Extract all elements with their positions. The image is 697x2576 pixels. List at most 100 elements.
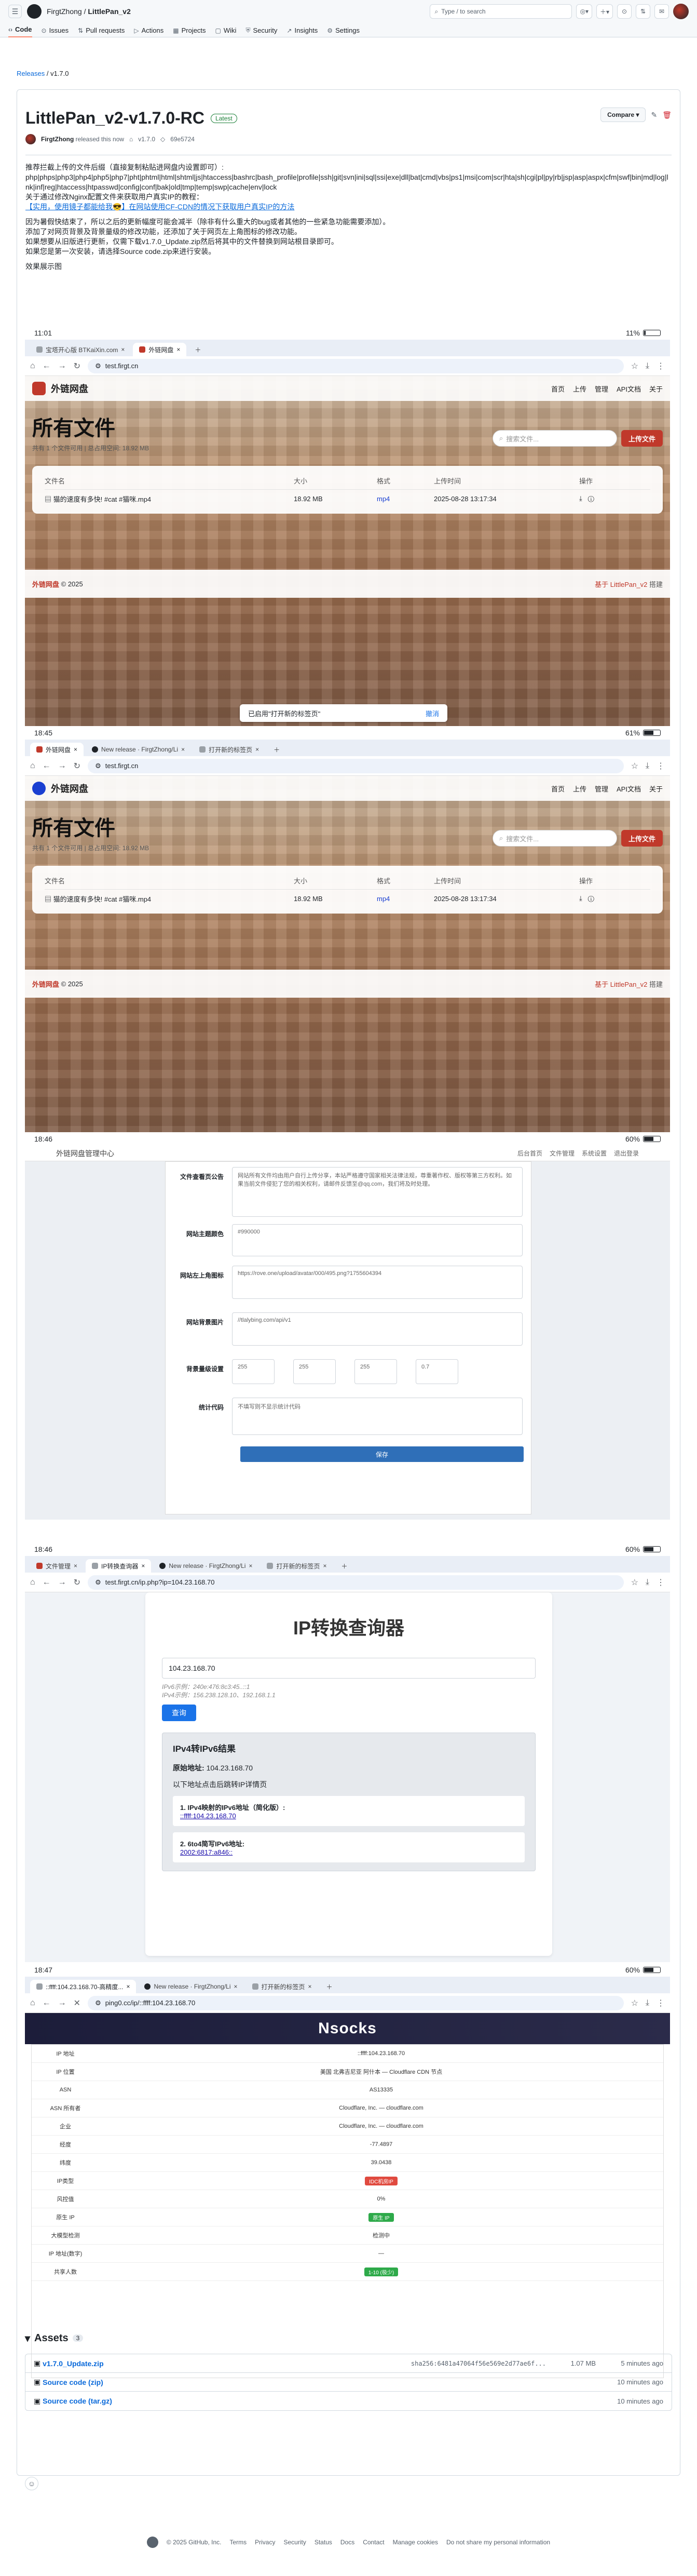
asset-link[interactable]: Source code (tar.gz)	[43, 2397, 112, 2405]
site-logo-icon[interactable]	[32, 382, 46, 395]
new-tab-icon[interactable]: ＋	[320, 1980, 339, 1993]
browser-tab[interactable]: New release · FirgtZhong/Li ×	[138, 1980, 243, 1993]
upload-button[interactable]: 上传文件	[621, 430, 663, 447]
home-icon[interactable]: ⌂	[30, 761, 35, 771]
table-row[interactable]: ▤ 猫的速度有多快! #cat #猫咪.mp4 18.92 MB mp4 202…	[45, 490, 650, 507]
download-icon[interactable]: ⤓	[646, 361, 649, 371]
inbox-icon[interactable]: ✉	[654, 4, 669, 19]
assets-toggle[interactable]: ▾ Assets 3	[25, 2329, 672, 2347]
browser-tab[interactable]: 外链网盘 ×	[133, 343, 187, 356]
new-tab-icon[interactable]: ＋	[267, 743, 286, 756]
reload-icon[interactable]: ↻	[74, 761, 80, 771]
undo-button[interactable]: 撤消	[426, 708, 439, 718]
ipv6-6to4-link[interactable]: 2002:6817:a846::	[180, 1848, 233, 1856]
avatar[interactable]	[673, 4, 689, 19]
tab-insights[interactable]: ↗ Insights	[286, 26, 318, 37]
upload-button[interactable]: 上传文件	[621, 830, 663, 847]
admin-settings-link[interactable]: 系统设置	[582, 1149, 607, 1158]
site-logo-icon[interactable]	[32, 782, 46, 795]
commit-link[interactable]: 69e5724	[170, 136, 195, 143]
compare-button[interactable]: Compare ▾	[600, 108, 646, 122]
more-icon[interactable]: ⋮	[657, 761, 665, 771]
close-icon[interactable]: ✕	[74, 1998, 80, 2008]
logo-url-input[interactable]: https://rove.one/upload/avatar/000/495.p…	[232, 1266, 523, 1299]
nav-api[interactable]: API文档	[617, 784, 641, 794]
github-logo-icon[interactable]	[27, 4, 42, 19]
tab-wiki[interactable]: ▢ Wiki	[215, 26, 237, 37]
query-button[interactable]: 查询	[162, 1705, 196, 1721]
search-input[interactable]: ⌕ Type / to search	[430, 4, 572, 19]
star-icon[interactable]: ☆	[631, 1577, 638, 1588]
footer-link[interactable]: Status	[315, 2539, 332, 2546]
footer-link[interactable]: Docs	[340, 2539, 354, 2546]
browser-tab[interactable]: 打开新的标签页 ×	[261, 1559, 333, 1573]
nav-home[interactable]: 首页	[551, 784, 565, 794]
nav-manage[interactable]: 管理	[595, 384, 608, 394]
forward-icon[interactable]: →	[58, 1578, 66, 1587]
footer-link[interactable]: Security	[283, 2539, 306, 2546]
smiley-icon[interactable]: ☺	[25, 2477, 38, 2490]
search-input[interactable]: ⌕ 搜索文件...	[492, 430, 617, 447]
admin-files-link[interactable]: 文件管理	[550, 1149, 575, 1158]
project-link[interactable]: LittlePan_v2	[610, 581, 648, 588]
download-icon[interactable]: ⤓	[579, 494, 582, 502]
tab-settings[interactable]: ⚙ Settings	[327, 26, 360, 37]
download-icon[interactable]: ⤓	[579, 894, 582, 902]
ad-banner[interactable]: Nsocks	[25, 2013, 670, 2044]
repo-link[interactable]: LittlePan_v2	[88, 7, 130, 16]
forward-icon[interactable]: →	[58, 361, 66, 371]
reload-icon[interactable]: ↻	[74, 361, 80, 371]
asset-link[interactable]: Source code (zip)	[43, 2378, 103, 2386]
back-icon[interactable]: ←	[43, 761, 51, 771]
browser-tab[interactable]: ::ffff:104.23.168.70-高精度... ×	[30, 1980, 136, 1993]
edit-icon[interactable]: ✎	[651, 111, 657, 119]
save-button[interactable]: 保存	[240, 1446, 524, 1462]
more-icon[interactable]: ⋮	[657, 1998, 665, 2008]
bg-b-input[interactable]: 255	[354, 1359, 397, 1384]
url-input[interactable]: ⚙ test.firgt.cn	[88, 758, 624, 773]
tutorial-link[interactable]: 【实用，使用镜子都能给我😎】在网站使用CF-CDN的情况下获取用户真实IP的方法	[25, 203, 294, 211]
browser-tab[interactable]: 宝塔开心版 BTKaiXin.com ×	[30, 343, 131, 356]
star-icon[interactable]: ☆	[631, 1998, 638, 2008]
star-icon[interactable]: ☆	[631, 761, 638, 771]
download-icon[interactable]: ⤓	[646, 1578, 649, 1587]
browser-tab[interactable]: 文件管理 ×	[30, 1559, 84, 1573]
pull-requests-icon[interactable]: ⇅	[636, 4, 650, 19]
nav-manage[interactable]: 管理	[595, 784, 608, 794]
nav-upload[interactable]: 上传	[573, 384, 586, 394]
tab-projects[interactable]: ▦ Projects	[173, 26, 206, 37]
issues-icon[interactable]: ⊙	[617, 4, 632, 19]
create-new-icon[interactable]: ＋▾	[596, 4, 613, 19]
bg-alpha-input[interactable]: 0.7	[416, 1359, 458, 1384]
tab-code[interactable]: ‹› Code	[8, 25, 32, 37]
tab-pull-requests[interactable]: ⇅ Pull requests	[78, 26, 125, 37]
asset-sha[interactable]: sha256:6481a47064f56e569e2d77ae6f...	[411, 2360, 546, 2367]
tab-actions[interactable]: ▷ Actions	[134, 26, 163, 37]
url-input[interactable]: ⚙ test.firgt.cn/ip.php?ip=104.23.168.70	[88, 1575, 624, 1590]
back-icon[interactable]: ←	[43, 1578, 51, 1587]
footer-link[interactable]: Do not share my personal information	[446, 2539, 550, 2546]
browser-tab[interactable]: 打开新的标签页 ×	[246, 1980, 318, 1993]
stats-code-textarea[interactable]: 不填写则不显示统计代码	[232, 1398, 523, 1435]
menu-icon[interactable]: ☰	[8, 5, 22, 18]
browser-tab[interactable]: IP转换查询器 ×	[86, 1559, 152, 1573]
tab-security[interactable]: ⛨ Security	[245, 26, 277, 37]
background-url-input[interactable]: //tlalybing.com/api/v1	[232, 1312, 523, 1346]
tab-issues[interactable]: ⊙ Issues	[42, 26, 69, 37]
table-row[interactable]: ▤ 猫的速度有多快! #cat #猫咪.mp4 18.92 MB mp4 202…	[45, 890, 650, 907]
nav-about[interactable]: 关于	[649, 384, 663, 394]
ip-input[interactable]: 104.23.168.70	[162, 1658, 536, 1679]
bg-g-input[interactable]: 255	[293, 1359, 336, 1384]
more-icon[interactable]: ⋮	[657, 361, 665, 371]
admin-home-link[interactable]: 后台首页	[517, 1149, 542, 1158]
footer-link[interactable]: Terms	[229, 2539, 247, 2546]
notice-textarea[interactable]: 网站所有文件均由用户自行上传分享，本站严格遵守国家相关法律法规，尊重著作权、版权…	[232, 1167, 523, 1217]
download-icon[interactable]: ⤓	[646, 761, 649, 771]
github-logo-icon[interactable]	[146, 2537, 158, 2548]
ipv6-mapped-link[interactable]: ::ffff:104.23.168.70	[180, 1812, 236, 1820]
info-icon[interactable]: ⓘ	[588, 894, 594, 902]
url-input[interactable]: ⚙ ping0.cc/ip/::ffff:104.23.168.70	[88, 1995, 624, 2010]
forward-icon[interactable]: →	[58, 1998, 66, 2008]
browser-tab[interactable]: New release · FirgtZhong/Li ×	[86, 743, 191, 756]
bg-r-input[interactable]: 255	[232, 1359, 275, 1384]
